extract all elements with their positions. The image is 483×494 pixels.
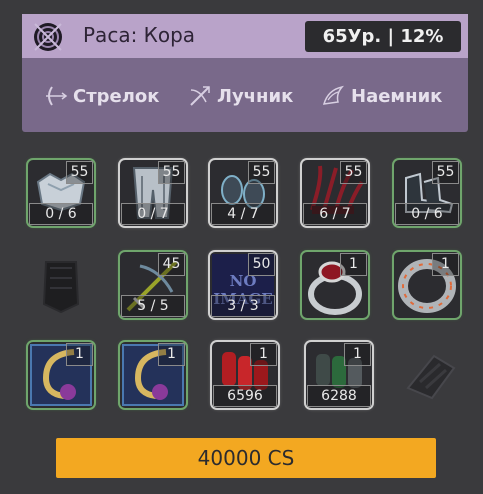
item-slot-empty-shield[interactable] <box>28 252 94 318</box>
item-count: 0 / 6 <box>29 203 93 225</box>
item-level: 1 <box>250 343 277 366</box>
item-count: 3 / 3 <box>211 295 275 317</box>
class-item-strelok[interactable]: Стрелок <box>44 84 160 108</box>
class-item-luchnik[interactable]: Лучник <box>188 84 293 108</box>
shield-silhouette-icon <box>42 261 80 314</box>
item-count: 6 / 7 <box>303 203 367 225</box>
item-level: 45 <box>158 253 185 276</box>
item-level: 50 <box>248 253 275 276</box>
class-label: Лучник <box>217 85 294 107</box>
item-level: 55 <box>66 161 93 184</box>
item-level: 55 <box>432 161 459 184</box>
price-button[interactable]: 40000 CS <box>56 438 436 478</box>
class-item-naemnik[interactable]: Наемник <box>322 84 442 108</box>
item-level: 1 <box>340 253 367 276</box>
item-count: 0 / 6 <box>395 203 459 225</box>
item-slot-crossbow[interactable]: 45 5 / 5 <box>120 252 186 318</box>
glove-silhouette-icon <box>406 354 456 400</box>
item-level: 55 <box>248 161 275 184</box>
item-level: 55 <box>158 161 185 184</box>
item-slot-silver-ring[interactable]: 1 <box>394 252 460 318</box>
race-label: Раса: Кора <box>83 23 196 47</box>
item-slot-green-capsules[interactable]: 1 6288 <box>306 342 372 408</box>
item-slot-gloves[interactable]: 55 4 / 7 <box>210 160 276 226</box>
item-count: 4 / 7 <box>211 203 275 225</box>
item-slot-no-image[interactable]: NO IMAGE 50 3 / 3 <box>210 252 276 318</box>
item-slot-gold-hook-a[interactable]: 1 <box>28 342 94 408</box>
item-slot-leg-armor[interactable]: 55 0 / 7 <box>120 160 186 226</box>
item-slot-chest-armor[interactable]: 55 0 / 6 <box>28 160 94 226</box>
item-slot-boots[interactable]: 55 0 / 6 <box>394 160 460 226</box>
item-level: 1 <box>432 253 459 276</box>
race-emblem-icon <box>34 23 62 51</box>
class-label: Наемник <box>351 85 443 107</box>
wings-icon <box>322 85 345 105</box>
item-slot-empty-glove[interactable] <box>398 342 464 408</box>
item-slot-gold-hook-b[interactable]: 1 <box>120 342 186 408</box>
item-level: 1 <box>66 343 93 366</box>
bow-arrow-icon <box>46 86 68 106</box>
class-label: Стрелок <box>73 85 160 107</box>
item-count: 0 / 7 <box>121 203 185 225</box>
item-level: 55 <box>340 161 367 184</box>
item-level: 1 <box>344 343 371 366</box>
race-panel: Раса: Кора 65Ур. | 12% Стрелок Лучник На… <box>22 14 468 132</box>
crossbow-icon <box>190 86 210 106</box>
item-level: 1 <box>158 343 185 366</box>
item-slot-red-capsules[interactable]: 1 6596 <box>212 342 278 408</box>
item-count: 6596 <box>213 385 277 407</box>
item-slot-ruby-ring[interactable]: 1 <box>302 252 368 318</box>
level-badge: 65Ур. | 12% <box>305 21 461 52</box>
race-header: Раса: Кора 65Ур. | 12% <box>22 14 468 58</box>
class-list: Стрелок Лучник Наемник <box>22 58 468 132</box>
item-slot-red-claws[interactable]: 55 6 / 7 <box>302 160 368 226</box>
item-count: 5 / 5 <box>121 295 185 317</box>
item-count: 6288 <box>307 385 371 407</box>
